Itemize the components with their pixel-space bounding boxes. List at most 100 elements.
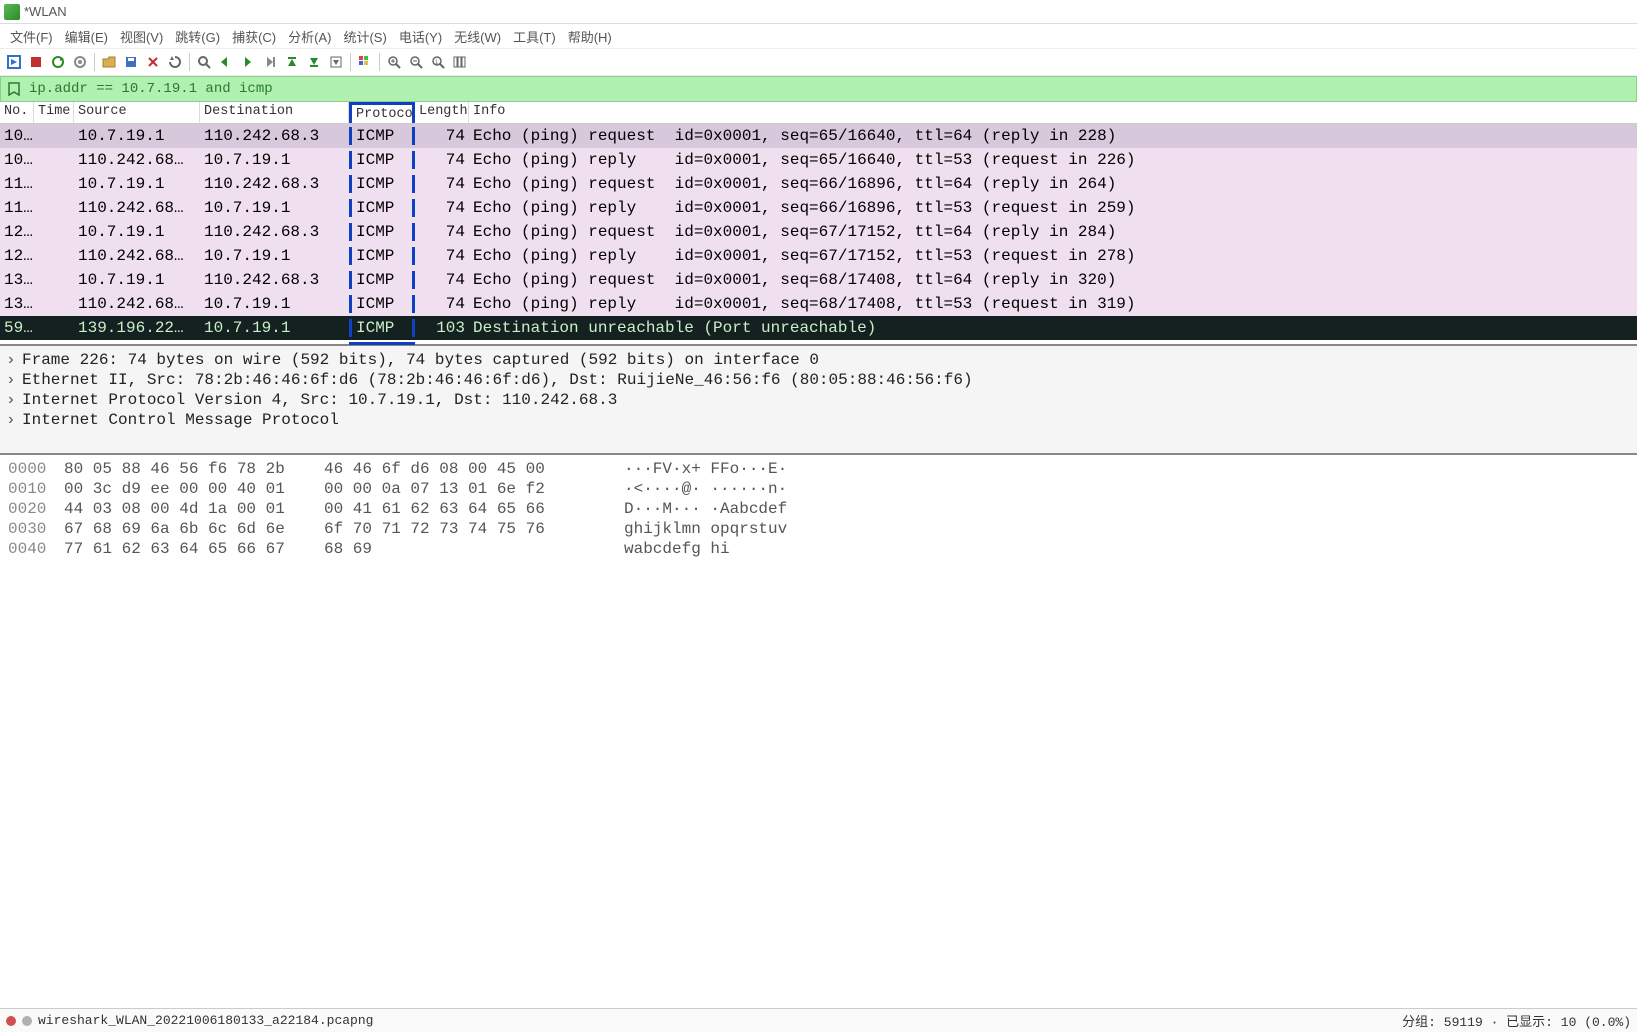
cell-protocol: ICMP: [349, 223, 415, 241]
hex-offset: 0020: [8, 500, 64, 518]
cell-length: 74: [415, 199, 469, 217]
hex-row[interactable]: 002044 03 08 00 4d 1a 00 0100 41 61 62 6…: [8, 499, 1629, 519]
detail-ip[interactable]: ›Internet Protocol Version 4, Src: 10.7.…: [6, 390, 1631, 410]
display-filter-input[interactable]: [25, 79, 1634, 99]
packet-list-body[interactable]: 10…10.7.19.1110.242.68.3ICMP74Echo (ping…: [0, 124, 1637, 340]
expand-icon[interactable]: ›: [6, 411, 22, 429]
menu-wireless[interactable]: 无线(W): [448, 25, 507, 48]
detail-text: Frame 226: 74 bytes on wire (592 bits), …: [22, 351, 819, 369]
go-forward-icon[interactable]: [238, 52, 258, 72]
expand-icon[interactable]: ›: [6, 391, 22, 409]
col-info[interactable]: Info: [469, 102, 1637, 123]
cell-protocol: ICMP: [349, 175, 415, 193]
col-length[interactable]: Length: [415, 102, 469, 123]
hex-row[interactable]: 003067 68 69 6a 6b 6c 6d 6e6f 70 71 72 7…: [8, 519, 1629, 539]
menu-tools[interactable]: 工具(T): [507, 25, 562, 48]
toolbar-separator: [379, 53, 380, 71]
hex-bytes: 00 00 0a 07 13 01 6e f2: [324, 480, 584, 498]
detail-frame[interactable]: ›Frame 226: 74 bytes on wire (592 bits),…: [6, 350, 1631, 370]
cell-no: 12…: [0, 223, 34, 241]
detail-text: Internet Protocol Version 4, Src: 10.7.1…: [22, 391, 617, 409]
go-first-icon[interactable]: [282, 52, 302, 72]
cell-destination: 10.7.19.1: [200, 247, 349, 265]
cell-source: 110.242.68…: [74, 151, 200, 169]
expert-info-icon[interactable]: [6, 1016, 16, 1026]
hex-row[interactable]: 000080 05 88 46 56 f6 78 2b46 46 6f d6 0…: [8, 459, 1629, 479]
cell-info: Echo (ping) reply id=0x0001, seq=66/1689…: [469, 199, 1637, 217]
col-no[interactable]: No.: [0, 102, 34, 123]
cell-destination: 10.7.19.1: [200, 295, 349, 313]
zoom-out-icon[interactable]: [406, 52, 426, 72]
capture-file-comment-icon[interactable]: [22, 1016, 32, 1026]
find-icon[interactable]: [194, 52, 214, 72]
packet-details[interactable]: ›Frame 226: 74 bytes on wire (592 bits),…: [0, 346, 1637, 455]
cell-destination: 10.7.19.1: [200, 319, 349, 337]
packet-row[interactable]: 13…110.242.68…10.7.19.1ICMP74Echo (ping)…: [0, 292, 1637, 316]
menu-edit[interactable]: 编辑(E): [59, 25, 114, 48]
packet-row[interactable]: 11…110.242.68…10.7.19.1ICMP74Echo (ping)…: [0, 196, 1637, 220]
open-icon[interactable]: [99, 52, 119, 72]
packet-row[interactable]: 10…10.7.19.1110.242.68.3ICMP74Echo (ping…: [0, 124, 1637, 148]
hex-bytes: 44 03 08 00 4d 1a 00 01: [64, 500, 324, 518]
capture-options-icon[interactable]: [70, 52, 90, 72]
packet-row[interactable]: 13…10.7.19.1110.242.68.3ICMP74Echo (ping…: [0, 268, 1637, 292]
cell-length: 74: [415, 295, 469, 313]
hex-row[interactable]: 001000 3c d9 ee 00 00 40 0100 00 0a 07 1…: [8, 479, 1629, 499]
hex-bytes: 77 61 62 63 64 65 66 67: [64, 540, 324, 558]
go-last-icon[interactable]: [304, 52, 324, 72]
jump-icon[interactable]: [260, 52, 280, 72]
go-back-icon[interactable]: [216, 52, 236, 72]
save-icon[interactable]: [121, 52, 141, 72]
menu-telephony[interactable]: 电话(Y): [393, 25, 448, 48]
status-file: wireshark_WLAN_20221006180133_a22184.pca…: [38, 1013, 373, 1028]
col-source[interactable]: Source: [74, 102, 200, 123]
expand-icon[interactable]: ›: [6, 371, 22, 389]
cell-source: 110.242.68…: [74, 199, 200, 217]
col-destination[interactable]: Destination: [200, 102, 349, 123]
cell-length: 74: [415, 127, 469, 145]
hex-row[interactable]: 004077 61 62 63 64 65 66 6768 69wabcdefg…: [8, 539, 1629, 559]
hex-ascii: wabcdefg hi: [624, 540, 730, 558]
toolbar-separator: [189, 53, 190, 71]
cell-no: 12…: [0, 247, 34, 265]
packet-row[interactable]: 59…139.196.22…10.7.19.1ICMP103Destinatio…: [0, 316, 1637, 340]
menu-go[interactable]: 跳转(G): [169, 25, 226, 48]
col-time[interactable]: Time: [34, 102, 74, 123]
menu-capture[interactable]: 捕获(C): [226, 25, 282, 48]
close-icon[interactable]: [143, 52, 163, 72]
reload-icon[interactable]: [165, 52, 185, 72]
auto-scroll-icon[interactable]: [326, 52, 346, 72]
bookmark-filter-icon[interactable]: [5, 80, 23, 98]
cell-no: 13…: [0, 295, 34, 313]
zoom-in-icon[interactable]: [384, 52, 404, 72]
hex-ascii: ···FV·x+ FFo···E·: [624, 460, 787, 478]
detail-icmp[interactable]: ›Internet Control Message Protocol: [6, 410, 1631, 430]
cell-source: 10.7.19.1: [74, 127, 200, 145]
colorize-icon[interactable]: [355, 52, 375, 72]
menu-file[interactable]: 文件(F): [4, 25, 59, 48]
packet-bytes[interactable]: 000080 05 88 46 56 f6 78 2b46 46 6f d6 0…: [0, 455, 1637, 825]
menu-help[interactable]: 帮助(H): [562, 25, 618, 48]
cell-destination: 110.242.68.3: [200, 271, 349, 289]
resize-columns-icon[interactable]: [450, 52, 470, 72]
packet-row[interactable]: 12…110.242.68…10.7.19.1ICMP74Echo (ping)…: [0, 244, 1637, 268]
cell-protocol: ICMP: [349, 151, 415, 169]
packet-row[interactable]: 11…10.7.19.1110.242.68.3ICMP74Echo (ping…: [0, 172, 1637, 196]
col-protocol[interactable]: Protocol: [349, 102, 415, 123]
cell-length: 74: [415, 151, 469, 169]
cell-info: Echo (ping) reply id=0x0001, seq=65/1664…: [469, 151, 1637, 169]
packet-row[interactable]: 10…110.242.68…10.7.19.1ICMP74Echo (ping)…: [0, 148, 1637, 172]
zoom-reset-icon[interactable]: 1: [428, 52, 448, 72]
packet-row[interactable]: 12…10.7.19.1110.242.68.3ICMP74Echo (ping…: [0, 220, 1637, 244]
cell-source: 10.7.19.1: [74, 223, 200, 241]
restart-capture-icon[interactable]: [48, 52, 68, 72]
stop-capture-icon[interactable]: [26, 52, 46, 72]
cell-no: 10…: [0, 127, 34, 145]
cell-length: 103: [415, 319, 469, 337]
detail-ethernet[interactable]: ›Ethernet II, Src: 78:2b:46:46:6f:d6 (78…: [6, 370, 1631, 390]
menu-analyze[interactable]: 分析(A): [282, 25, 337, 48]
start-capture-icon[interactable]: [4, 52, 24, 72]
menu-statistics[interactable]: 统计(S): [337, 25, 392, 48]
expand-icon[interactable]: ›: [6, 351, 22, 369]
menu-view[interactable]: 视图(V): [114, 25, 169, 48]
